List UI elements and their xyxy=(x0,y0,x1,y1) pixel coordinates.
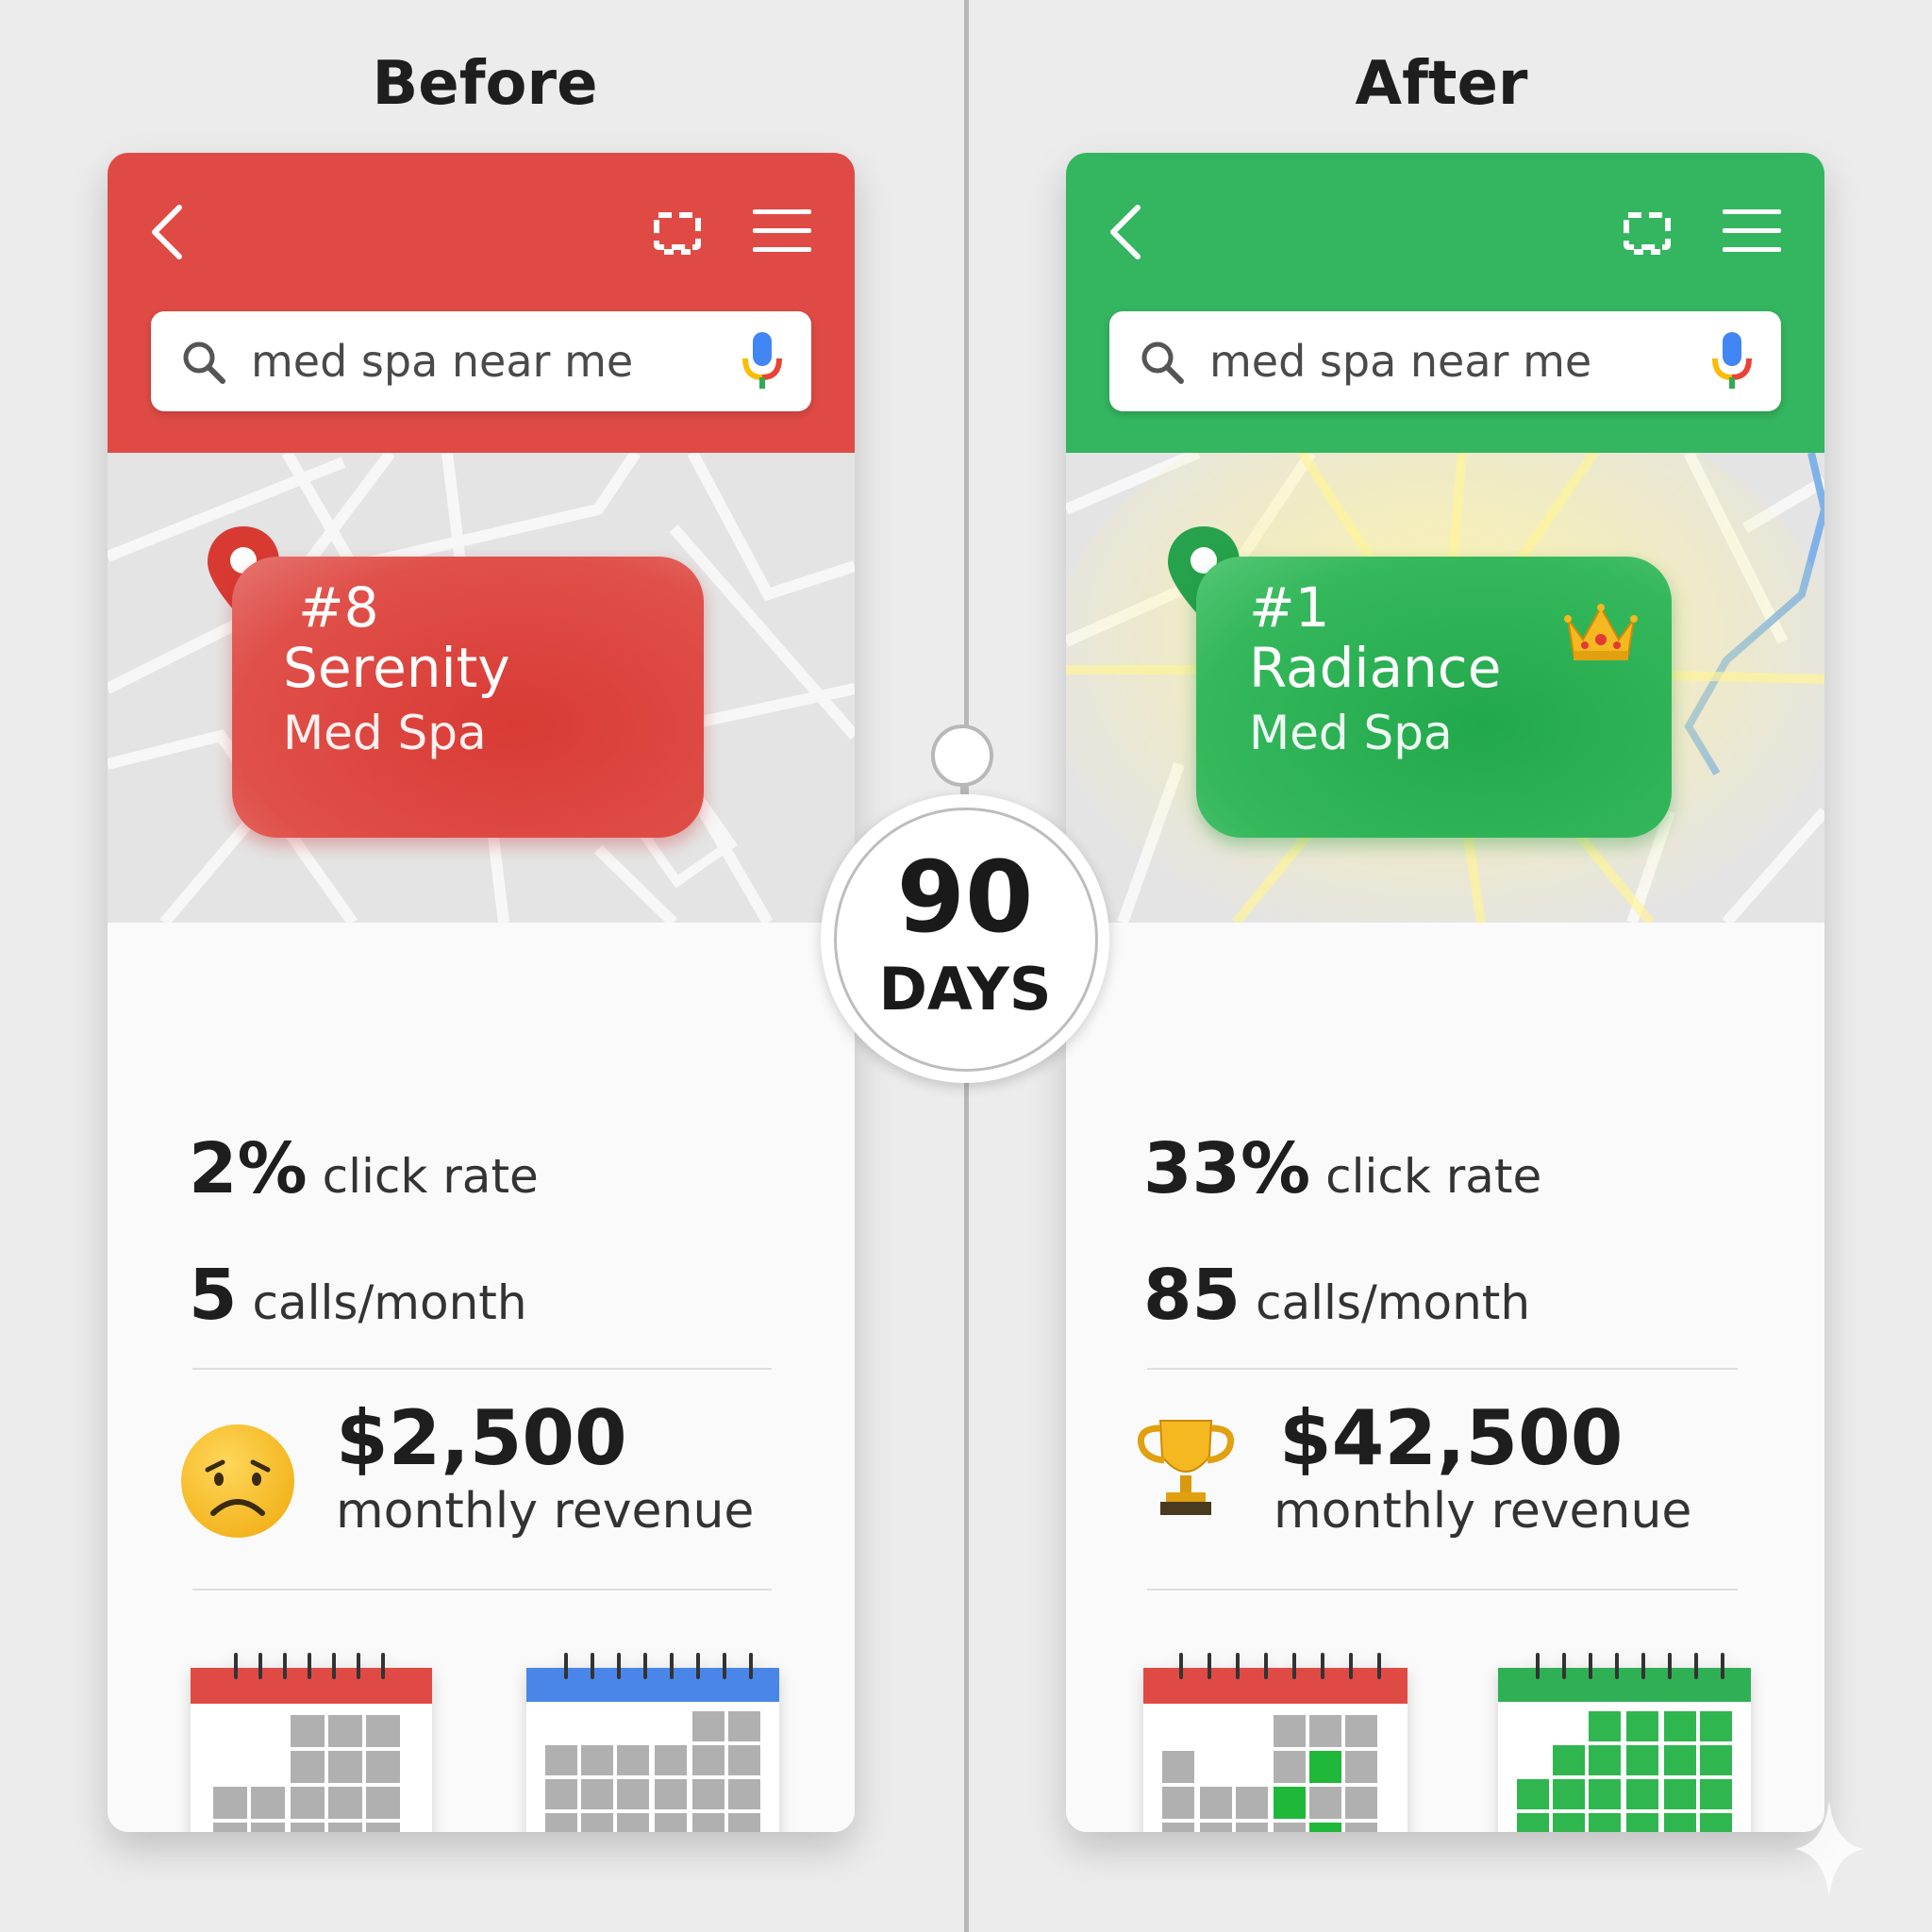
calls-value: 5 xyxy=(189,1255,238,1336)
calls-label: calls/month xyxy=(1255,1275,1531,1330)
menu-icon[interactable] xyxy=(1723,208,1781,255)
business-name: Radiance xyxy=(1249,636,1502,700)
divider xyxy=(192,1589,772,1591)
revenue-label: monthly revenue xyxy=(1274,1483,1692,1540)
trophy-icon xyxy=(1137,1420,1235,1515)
badge-unit: DAYS xyxy=(878,955,1052,1024)
calendar-icon xyxy=(525,1647,781,1832)
divider xyxy=(192,1368,772,1370)
sad-face-icon xyxy=(181,1424,294,1538)
after-stats: 33% click rate 85 calls/month $42,500 mont… xyxy=(1066,923,1824,1832)
search-icon xyxy=(1141,341,1184,384)
rank-label: #8 xyxy=(298,575,379,640)
after-phone: med spa near me #1 Radiance Med Spa 33% … xyxy=(1066,153,1824,1832)
after-title: After xyxy=(1355,49,1528,119)
sparkle-icon xyxy=(1794,1800,1864,1898)
search-input[interactable]: med spa near me xyxy=(1209,336,1591,387)
calls-stat: 85 calls/month xyxy=(1143,1255,1530,1336)
calls-value: 85 xyxy=(1143,1255,1241,1336)
calendar-icon xyxy=(1496,1647,1753,1832)
rank-label: #1 xyxy=(1249,575,1330,640)
search-icon xyxy=(183,341,225,384)
calendar-icon xyxy=(189,1647,434,1832)
window-icon[interactable] xyxy=(651,209,704,258)
calls-label: calls/month xyxy=(252,1275,527,1330)
mic-icon[interactable] xyxy=(741,330,783,392)
crown-icon xyxy=(1564,604,1638,660)
before-stats: 2% click rate 5 calls/month $2,500 monthly… xyxy=(108,923,855,1832)
after-search-bar[interactable]: med spa near me xyxy=(1109,311,1781,411)
click-rate-value: 33% xyxy=(1143,1128,1311,1209)
click-rate-label: click rate xyxy=(1325,1149,1542,1204)
before-phone: med spa near me #8 Serenity Med Spa 2% c… xyxy=(108,153,855,1832)
click-rate-stat: 2% click rate xyxy=(189,1128,539,1209)
calendar-icon xyxy=(1141,1647,1409,1832)
back-icon[interactable] xyxy=(149,204,187,260)
window-icon[interactable] xyxy=(1621,209,1674,258)
mic-icon[interactable] xyxy=(1711,330,1753,392)
badge-value: 90 xyxy=(896,840,1034,955)
before-search-bar[interactable]: med spa near me xyxy=(151,311,811,411)
divider xyxy=(1147,1589,1738,1591)
revenue-label: monthly revenue xyxy=(336,1483,755,1540)
divider xyxy=(1147,1368,1738,1370)
days-badge: 90 DAYS xyxy=(821,794,1109,1083)
click-rate-label: click rate xyxy=(322,1149,539,1204)
before-title: Before xyxy=(372,49,598,119)
business-name: Serenity xyxy=(283,636,510,700)
search-input[interactable]: med spa near me xyxy=(251,336,633,387)
business-category: Med Spa xyxy=(283,706,487,760)
badge-knob xyxy=(931,724,993,787)
after-header: med spa near me xyxy=(1066,153,1824,453)
business-category: Med Spa xyxy=(1249,706,1453,760)
after-listing-card[interactable]: #1 Radiance Med Spa xyxy=(1196,557,1672,838)
revenue-value: $2,500 xyxy=(336,1394,627,1482)
click-rate-value: 2% xyxy=(189,1128,308,1209)
click-rate-stat: 33% click rate xyxy=(1143,1128,1541,1209)
back-icon[interactable] xyxy=(1108,204,1145,260)
before-listing-card[interactable]: #8 Serenity Med Spa xyxy=(232,557,704,838)
before-header: med spa near me xyxy=(108,153,855,453)
revenue-value: $42,500 xyxy=(1279,1394,1624,1482)
menu-icon[interactable] xyxy=(753,208,811,255)
calls-stat: 5 calls/month xyxy=(189,1255,527,1336)
